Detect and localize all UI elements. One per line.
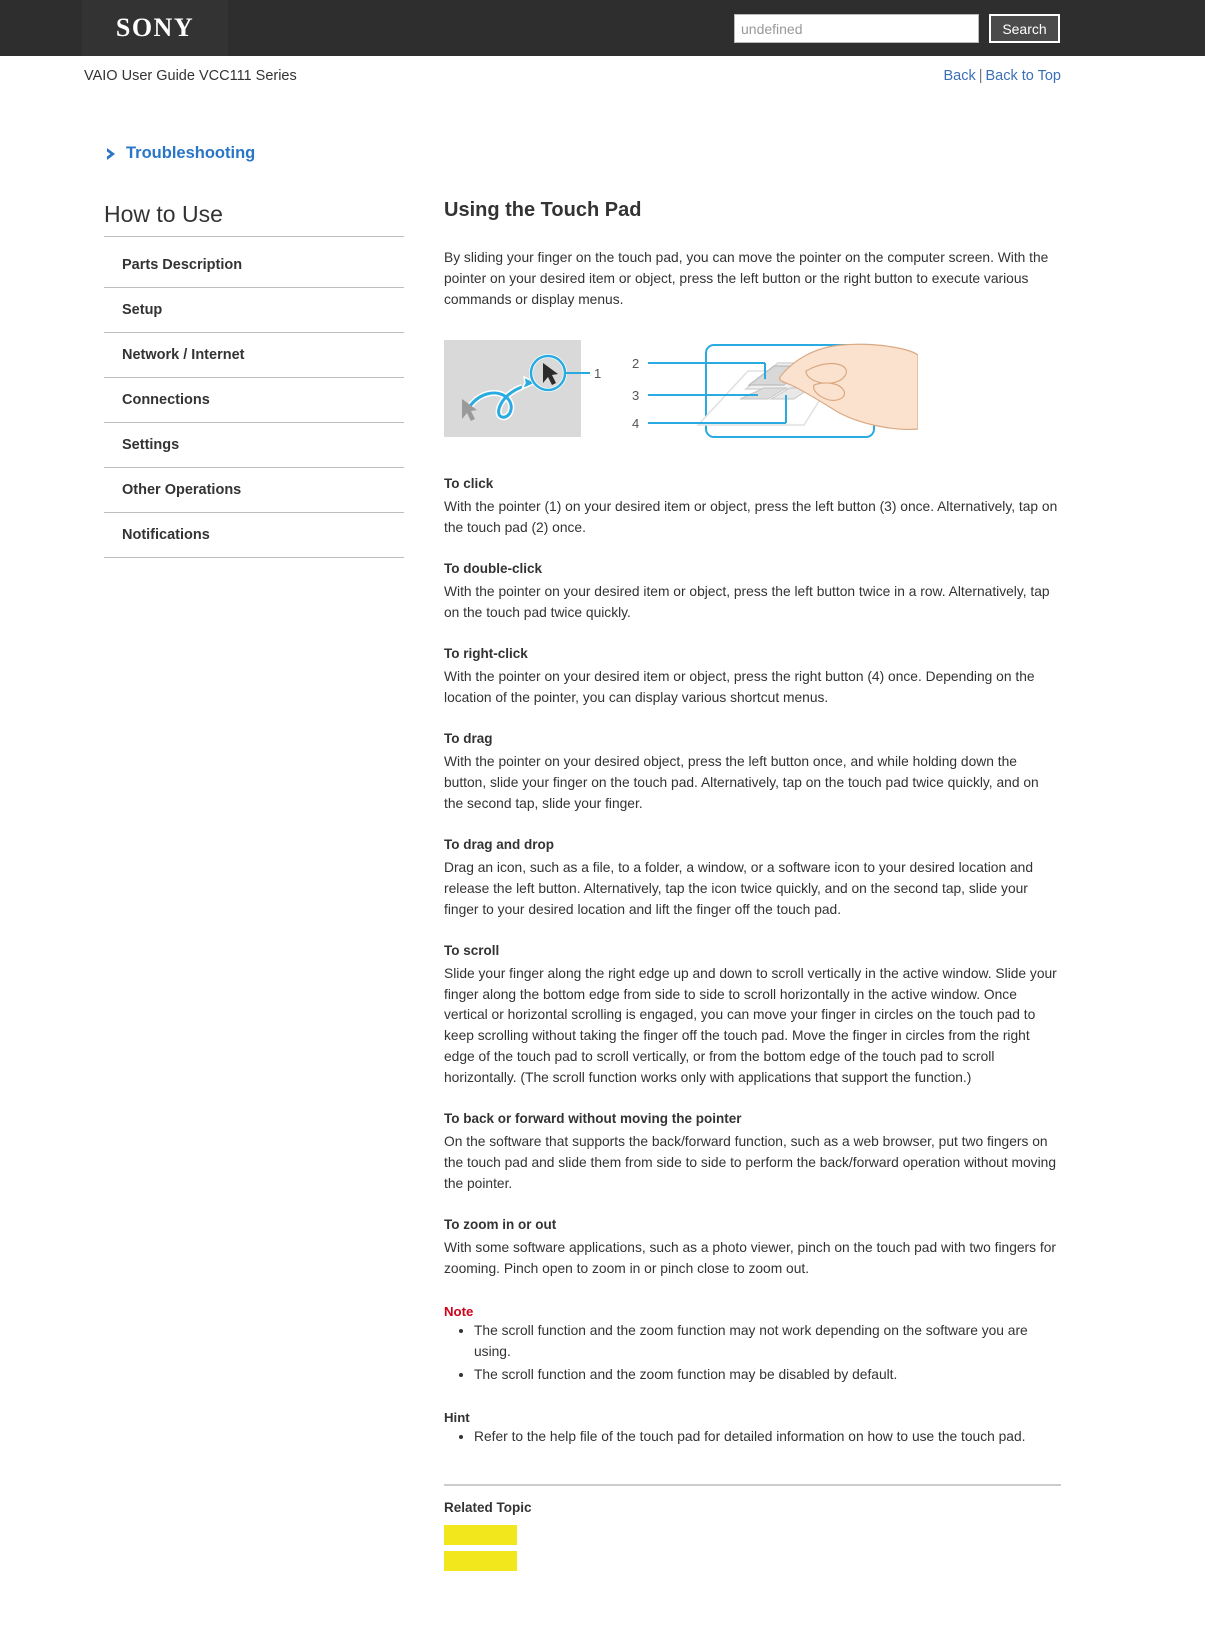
note-list: The scroll function and the zoom functio… bbox=[444, 1321, 1061, 1386]
content-columns: How to Use Parts Description Setup Netwo… bbox=[104, 199, 1061, 1577]
intro-paragraph: By sliding your finger on the touch pad,… bbox=[444, 250, 1049, 307]
top-bar: SONY Search bbox=[0, 0, 1205, 56]
sidebar-item-parts-description[interactable]: Parts Description bbox=[104, 243, 404, 288]
section-heading-to-drag: To drag bbox=[444, 730, 493, 746]
sidebar: How to Use Parts Description Setup Netwo… bbox=[104, 199, 404, 558]
svg-text:2: 2 bbox=[632, 356, 639, 371]
section-heading-to-back-or-forward: To back or forward without moving the po… bbox=[444, 1111, 742, 1127]
sidebar-title: How to Use bbox=[104, 201, 404, 237]
related-topic-label: Related Topic bbox=[444, 1500, 532, 1516]
section-divider bbox=[444, 1484, 1061, 1487]
section-heading-to-double-click: To double-click bbox=[444, 560, 543, 576]
pointer-movement-illustration: 1 bbox=[444, 333, 604, 448]
sony-logo-text: SONY bbox=[115, 13, 195, 42]
hint-list-item: Refer to the help file of the touch pad … bbox=[474, 1427, 1061, 1448]
main-content: Using the Touch Pad By sliding your fing… bbox=[404, 199, 1061, 1577]
section-body-to-drag: With the pointer on your desired object,… bbox=[444, 753, 1039, 811]
search-button[interactable]: Search bbox=[989, 14, 1060, 43]
svg-text:3: 3 bbox=[632, 388, 639, 403]
related-topic-link[interactable] bbox=[444, 1551, 517, 1572]
section-body-to-double-click: With the pointer on your desired item or… bbox=[444, 583, 1050, 620]
sony-logo[interactable]: SONY bbox=[82, 0, 228, 56]
back-link[interactable]: Back bbox=[943, 68, 975, 84]
sub-header: VAIO User Guide VCC111 Series Back | Back … bbox=[0, 56, 1205, 94]
sidebar-item-notifications[interactable]: Notifications bbox=[104, 513, 404, 558]
section-body-to-right-click: With the pointer on your desired item or… bbox=[444, 668, 1035, 705]
section-heading-to-scroll: To scroll bbox=[444, 942, 500, 958]
section-heading-to-right-click: To right-click bbox=[444, 645, 528, 661]
guide-title: VAIO User Guide VCC111 Series bbox=[84, 68, 297, 84]
note-list-item: The scroll function and the zoom functio… bbox=[474, 1365, 1061, 1386]
section-body-to-click: With the pointer (1) on your desired ite… bbox=[444, 498, 1058, 535]
illustration-row: 1 2 3 4 bbox=[444, 333, 1061, 448]
section-body-to-drag-and-drop: Drag an icon, such as a file, to a folde… bbox=[444, 859, 1034, 917]
search-area: Search bbox=[734, 14, 1060, 43]
hint-label: Hint bbox=[444, 1410, 470, 1426]
section-body-to-scroll: Slide your finger along the right edge u… bbox=[444, 965, 1057, 1086]
sidebar-item-other-operations[interactable]: Other Operations bbox=[104, 468, 404, 513]
section-body-to-zoom: With some software applications, such as… bbox=[444, 1240, 1056, 1277]
page-container: Troubleshooting How to Use Parts Descrip… bbox=[0, 144, 1205, 1577]
note-label: Note bbox=[444, 1304, 474, 1320]
chevron-right-icon bbox=[104, 146, 120, 162]
back-to-top-link[interactable]: Back to Top bbox=[985, 68, 1061, 84]
section-heading-to-click: To click bbox=[444, 475, 494, 491]
hint-list: Refer to the help file of the touch pad … bbox=[444, 1427, 1061, 1448]
page-title: Using the Touch Pad bbox=[444, 199, 642, 221]
section-heading-to-drag-and-drop: To drag and drop bbox=[444, 836, 554, 852]
sidebar-item-settings[interactable]: Settings bbox=[104, 423, 404, 468]
breadcrumb[interactable]: Troubleshooting bbox=[104, 144, 1061, 163]
related-topic-link[interactable] bbox=[444, 1525, 517, 1546]
search-input[interactable] bbox=[734, 14, 979, 43]
link-separator: | bbox=[978, 68, 983, 84]
note-list-item: The scroll function and the zoom functio… bbox=[474, 1321, 1061, 1363]
sidebar-item-connections[interactable]: Connections bbox=[104, 378, 404, 423]
hand-on-touchpad-illustration: 2 3 4 bbox=[628, 333, 919, 448]
breadcrumb-label: Troubleshooting bbox=[126, 144, 256, 162]
sidebar-item-network-internet[interactable]: Network / Internet bbox=[104, 333, 404, 378]
sidebar-item-setup[interactable]: Setup bbox=[104, 288, 404, 333]
header-links: Back | Back to Top bbox=[943, 68, 1061, 84]
section-heading-to-zoom: To zoom in or out bbox=[444, 1217, 557, 1233]
section-body-to-back-or-forward: On the software that supports the back/f… bbox=[444, 1134, 1056, 1192]
svg-text:1: 1 bbox=[594, 366, 601, 381]
svg-text:4: 4 bbox=[632, 416, 639, 431]
